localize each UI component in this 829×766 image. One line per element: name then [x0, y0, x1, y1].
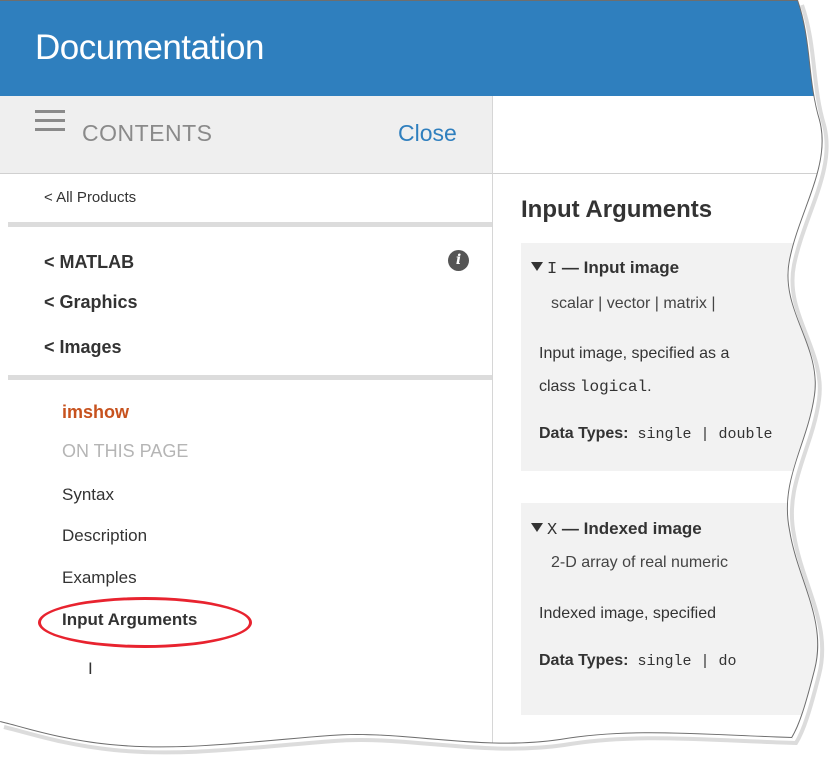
- info-icon[interactable]: i: [448, 250, 469, 271]
- argument-type-line: scalar | vector | matrix |: [551, 295, 716, 312]
- hamburger-menu-icon[interactable]: [35, 110, 65, 132]
- argument-description: Input image, specified as a: [539, 345, 730, 362]
- expand-triangle-icon[interactable]: [531, 523, 543, 532]
- section-title: Input Arguments: [521, 196, 713, 223]
- argument-description-cont: class logical.: [539, 378, 652, 396]
- argument-data-types: Data Types: single | double: [539, 425, 773, 443]
- breadcrumb-graphics[interactable]: < Graphics: [44, 292, 138, 313]
- contents-label[interactable]: CONTENTS: [82, 120, 213, 147]
- breadcrumb-matlab[interactable]: < MATLAB: [44, 252, 134, 273]
- argument-type-line: 2-D array of real numeric: [551, 554, 728, 571]
- toc-item-examples[interactable]: Examples: [62, 568, 137, 588]
- main-header-bar: [493, 96, 829, 174]
- argument-name-x[interactable]: X — Indexed image: [531, 519, 702, 540]
- highlight-circle-annotation: [38, 597, 252, 648]
- all-products-link[interactable]: < All Products: [44, 189, 136, 206]
- page-title[interactable]: imshow: [62, 402, 129, 423]
- torn-edge-clip: Documentation CONTENTS Close < All Produ…: [0, 0, 829, 766]
- close-button[interactable]: Close: [398, 120, 457, 147]
- toc-subitem-i[interactable]: I: [88, 659, 93, 679]
- argument-data-types: Data Types: single | do: [539, 652, 737, 670]
- sidebar-divider: [8, 222, 492, 227]
- header-title: Documentation: [35, 28, 264, 67]
- expand-triangle-icon[interactable]: [531, 262, 543, 271]
- on-this-page-label: ON THIS PAGE: [62, 441, 189, 461]
- doc-header: Documentation: [0, 0, 829, 96]
- screenshot-stage: Documentation CONTENTS Close < All Produ…: [0, 0, 829, 766]
- toc-item-syntax[interactable]: Syntax: [62, 485, 114, 505]
- sidebar-divider: [8, 375, 492, 380]
- argument-description: Indexed image, specified: [539, 605, 716, 622]
- toc-item-description[interactable]: Description: [62, 526, 147, 546]
- argument-name-i[interactable]: I — Input image: [531, 258, 679, 279]
- breadcrumb-images[interactable]: < Images: [44, 337, 122, 358]
